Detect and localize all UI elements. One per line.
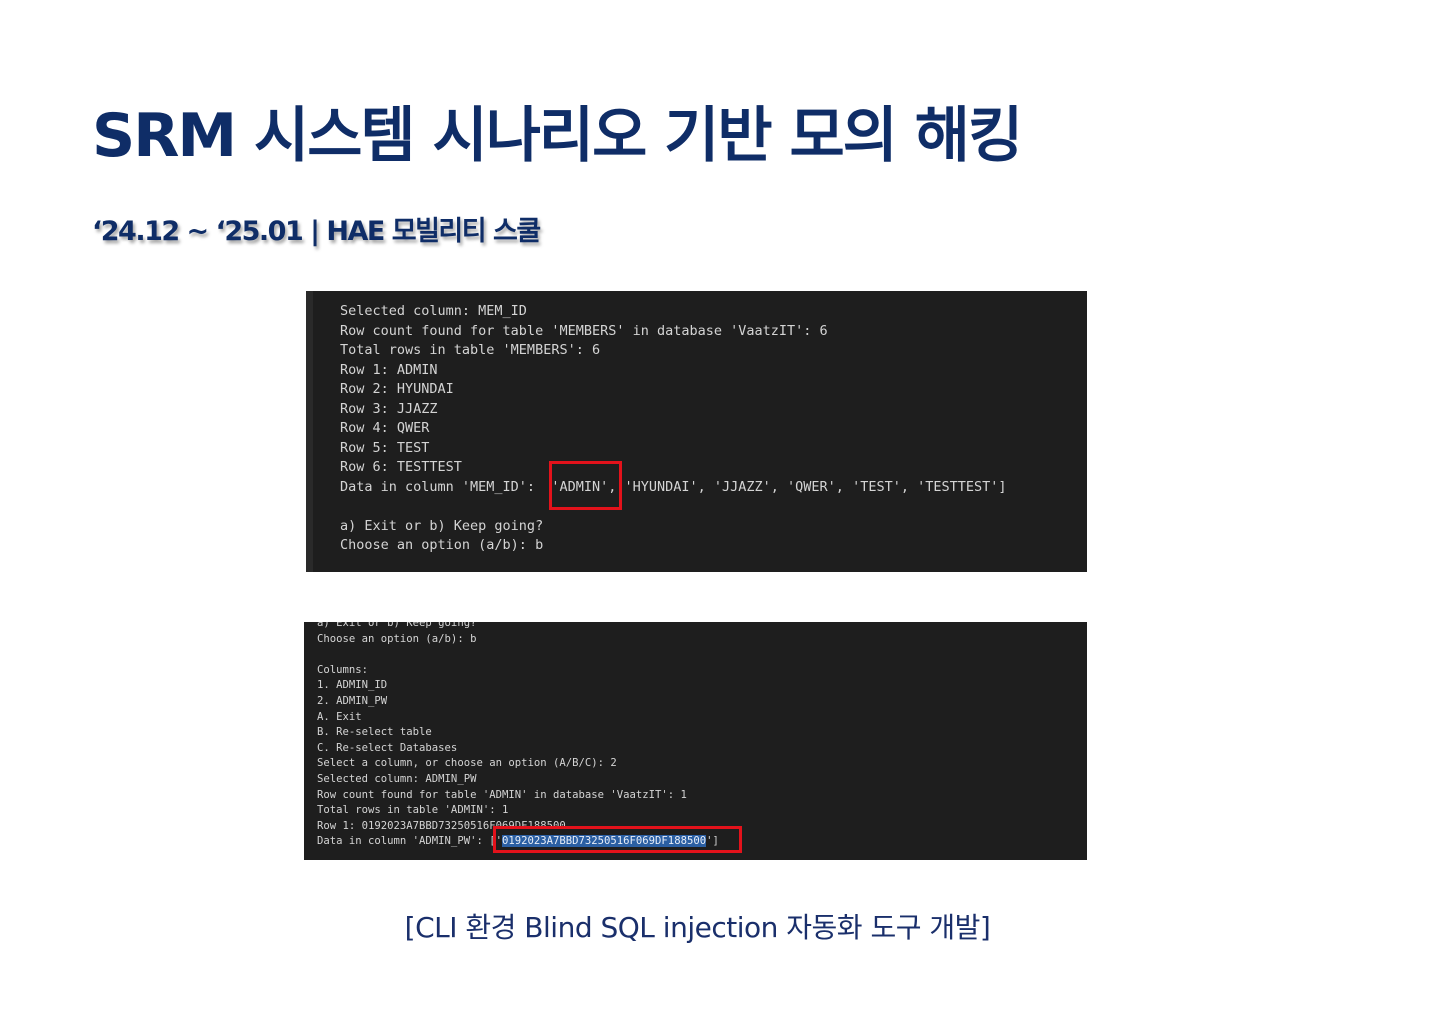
terminal-line: 1. ADMIN_ID [317, 679, 388, 692]
terminal-line: Row 4: QWER [340, 420, 430, 436]
terminal-line: Columns: [317, 663, 369, 676]
terminal-line: Row count found for table 'ADMIN' in dat… [317, 788, 687, 801]
terminal-line: Choose an option (a/b): b [340, 537, 544, 553]
terminal-line: Row count found for table 'MEMBERS' in d… [340, 322, 828, 339]
terminal-line: Selected column: MEM_ID [340, 303, 527, 319]
terminal-line: Row 5: TEST [340, 439, 430, 456]
terminal-line: Selected column: ADMIN_PW [317, 772, 477, 785]
terminal-line: A. Exit [317, 710, 362, 723]
page-title: SRM 시스템 시나리오 기반 모의 해킹 [92, 101, 1023, 171]
terminal-output: a) Exit or b) Keep going? Choose an opti… [317, 622, 719, 850]
figure-caption: [CLI 환경 Blind SQL injection 자동화 도구 개발] [404, 911, 991, 944]
terminal-line: Row 1: ADMIN [340, 361, 438, 378]
terminal-line: a) Exit or b) Keep going? [340, 517, 544, 534]
data-line-suffix: , 'HYUNDAI', 'JJAZZ', 'QWER', 'TEST', 'T… [608, 478, 1007, 495]
terminal-line: Row 6: TESTTEST [340, 459, 462, 475]
terminal-line: Total rows in table 'ADMIN': 1 [317, 804, 509, 817]
terminal-line: Select a column, or choose an option (A/… [317, 757, 617, 770]
terminal-line: Choose an option (a/b): b [317, 632, 477, 645]
terminal-edge [306, 291, 313, 572]
terminal-screenshot-admin-pw: a) Exit or b) Keep going? Choose an opti… [304, 622, 1087, 860]
terminal-output: Selected column: MEM_ID Row count found … [340, 302, 1007, 556]
terminal-line: Row 3: JJAZZ [340, 400, 438, 417]
terminal-line: C. Re-select Databases [317, 741, 458, 754]
terminal-line: Row 2: HYUNDAI [340, 381, 454, 397]
terminal-line: a) Exit or b) Keep going? [317, 622, 477, 629]
terminal-screenshot-members: Selected column: MEM_ID Row count found … [306, 291, 1087, 572]
terminal-line: B. Re-select table [317, 726, 432, 739]
highlight-box-password [493, 826, 742, 853]
highlight-box-admin [549, 461, 622, 510]
terminal-data-line: Data in column 'MEM_ID': 'ADMIN', 'HYUND… [340, 478, 1007, 498]
data-line-prefix: Data in column 'ADMIN_PW': [317, 835, 490, 848]
data-line-prefix: Data in column 'MEM_ID': [340, 478, 552, 495]
page-subtitle: ‘24.12 ~ ‘25.01 | HAE 모빌리티 스쿨 [92, 216, 541, 247]
terminal-line: 2. ADMIN_PW [317, 694, 388, 707]
terminal-line: Total rows in table 'MEMBERS': 6 [340, 342, 601, 358]
